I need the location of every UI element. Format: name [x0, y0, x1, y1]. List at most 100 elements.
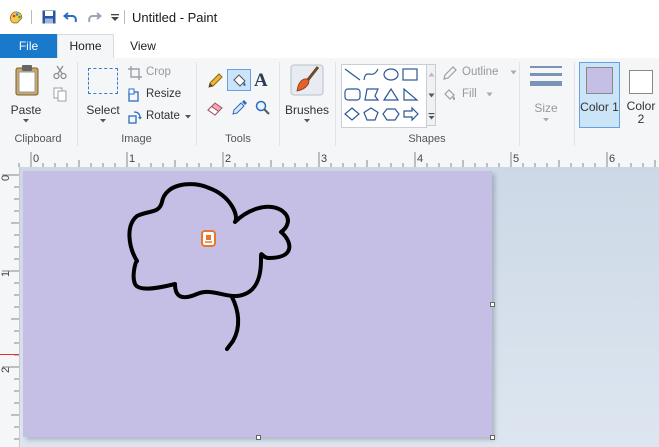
size-line-thick	[530, 81, 562, 86]
paste-button[interactable]: Paste	[6, 62, 46, 124]
vertical-ruler-ticks: 0 1 2	[0, 174, 19, 440]
ruler-label: 2	[225, 153, 231, 165]
line-shape-icon	[344, 68, 361, 81]
color1-label: Color 1	[580, 100, 619, 114]
gallery-expand-icon	[428, 113, 435, 120]
ribbon-tab-row: File Home View	[0, 34, 659, 59]
outline-button[interactable]: Outline	[442, 65, 518, 81]
color1-swatch	[586, 67, 613, 94]
ruler-label: 2	[0, 367, 12, 373]
oval-shape-icon	[383, 68, 399, 81]
fill-icon	[444, 89, 456, 100]
ruler-label: 5	[513, 153, 519, 165]
outline-icon	[443, 66, 457, 80]
select-button[interactable]: Select	[82, 62, 124, 124]
save-icon[interactable]	[41, 9, 57, 25]
polygon-shape-icon	[364, 88, 380, 101]
ruler-label: 0	[0, 175, 12, 181]
shapes-group-label: Shapes	[408, 133, 446, 145]
brushes-label: Brushes	[284, 103, 330, 117]
resize-button[interactable]: Resize	[128, 87, 192, 103]
paint-bucket-icon	[233, 74, 246, 87]
cursor-position-marker	[0, 354, 19, 355]
curve-shape-icon	[363, 68, 379, 81]
right-triangle-shape-icon	[403, 87, 419, 101]
fill-label: Fill	[462, 88, 477, 100]
undo-icon[interactable]	[63, 9, 79, 25]
crop-label: Crop	[146, 66, 171, 78]
shapes-group: Outline Fill Shapes	[336, 58, 518, 150]
ruler-label: 1	[129, 153, 135, 165]
chevron-down-icon	[304, 119, 310, 123]
ribbon: Paste Clipboard Select Crop Resize Rotat…	[0, 58, 659, 151]
crop-button[interactable]: Crop	[128, 65, 192, 81]
customize-toolbar-icon[interactable]	[107, 9, 123, 25]
tools-group: A Tools	[197, 58, 279, 150]
tab-file[interactable]: File	[0, 34, 57, 58]
cut-icon[interactable]	[52, 64, 68, 80]
clipboard-group-label: Clipboard	[14, 133, 62, 145]
paste-label: Paste	[10, 103, 42, 117]
rectangle-shape-icon	[402, 68, 418, 81]
vertical-ruler: 0 1 2	[0, 167, 20, 447]
pentagon-shape-icon	[363, 107, 379, 121]
horizontal-ruler-ticks: 0 1 2 3 4 5 6	[18, 152, 656, 167]
drawing-canvas[interactable]	[23, 171, 492, 437]
chevron-down-icon	[543, 118, 549, 122]
chevron-down-icon	[510, 70, 517, 75]
group-divider	[279, 62, 280, 146]
ruler-label: 3	[321, 153, 327, 165]
text-tool-icon[interactable]: A	[254, 70, 268, 92]
ruler-label: 1	[0, 271, 12, 277]
size-line-medium	[530, 73, 562, 76]
select-icon	[88, 68, 118, 94]
scroll-up-icon	[428, 72, 435, 77]
tab-home[interactable]: Home	[57, 34, 114, 58]
hexagon-shape-icon	[382, 108, 400, 121]
group-divider	[574, 62, 575, 146]
color2-label: Color 2	[626, 99, 656, 126]
size-line-thin	[530, 66, 562, 68]
magnifier-icon[interactable]	[254, 99, 271, 116]
fill-cursor-icon	[200, 229, 218, 249]
color-picker-icon[interactable]	[231, 99, 248, 116]
shapes-gallery[interactable]	[341, 64, 427, 128]
chevron-down-icon	[486, 92, 493, 97]
paint-app-icon[interactable]	[8, 9, 24, 25]
ruler-label: 0	[33, 153, 39, 165]
chevron-down-icon	[185, 115, 191, 119]
tools-group-label: Tools	[225, 133, 251, 145]
eraser-icon[interactable]	[206, 100, 224, 116]
canvas-resize-handle-right[interactable]	[490, 302, 495, 307]
canvas-resize-handle-bottom[interactable]	[256, 435, 261, 440]
rotate-label: Rotate	[146, 110, 180, 122]
outline-label: Outline	[462, 66, 499, 78]
color1-button[interactable]: Color 1	[579, 62, 620, 128]
crop-icon	[128, 66, 142, 80]
rotate-button[interactable]: Rotate	[128, 109, 192, 125]
arrow-shape-icon	[403, 106, 419, 122]
copy-icon[interactable]	[52, 86, 68, 102]
redo-icon[interactable]	[86, 9, 102, 25]
paste-icon	[15, 65, 39, 96]
tab-view[interactable]: View	[122, 34, 164, 58]
fill-button[interactable]: Fill	[442, 87, 518, 103]
scroll-down-icon	[428, 93, 435, 98]
shapes-gallery-scroll[interactable]	[426, 64, 436, 126]
rotate-icon	[128, 111, 142, 124]
color2-button[interactable]: Color 2	[622, 62, 659, 128]
size-button[interactable]: Size	[523, 62, 569, 126]
title-bar: Untitled - Paint	[0, 0, 659, 34]
group-divider	[519, 62, 520, 146]
pencil-icon[interactable]	[206, 72, 224, 90]
brush-icon	[290, 64, 324, 96]
rounded-rectangle-shape-icon	[344, 88, 361, 101]
window-title: Untitled - Paint	[132, 10, 218, 25]
ruler-label: 4	[417, 153, 423, 165]
clipboard-group: Paste Clipboard	[0, 58, 76, 150]
qa-separator	[124, 10, 125, 24]
brushes-button[interactable]: Brushes	[282, 62, 332, 126]
canvas-resize-handle-corner[interactable]	[490, 435, 495, 440]
fill-tool-button[interactable]	[227, 69, 251, 91]
flower-drawing	[127, 182, 292, 351]
